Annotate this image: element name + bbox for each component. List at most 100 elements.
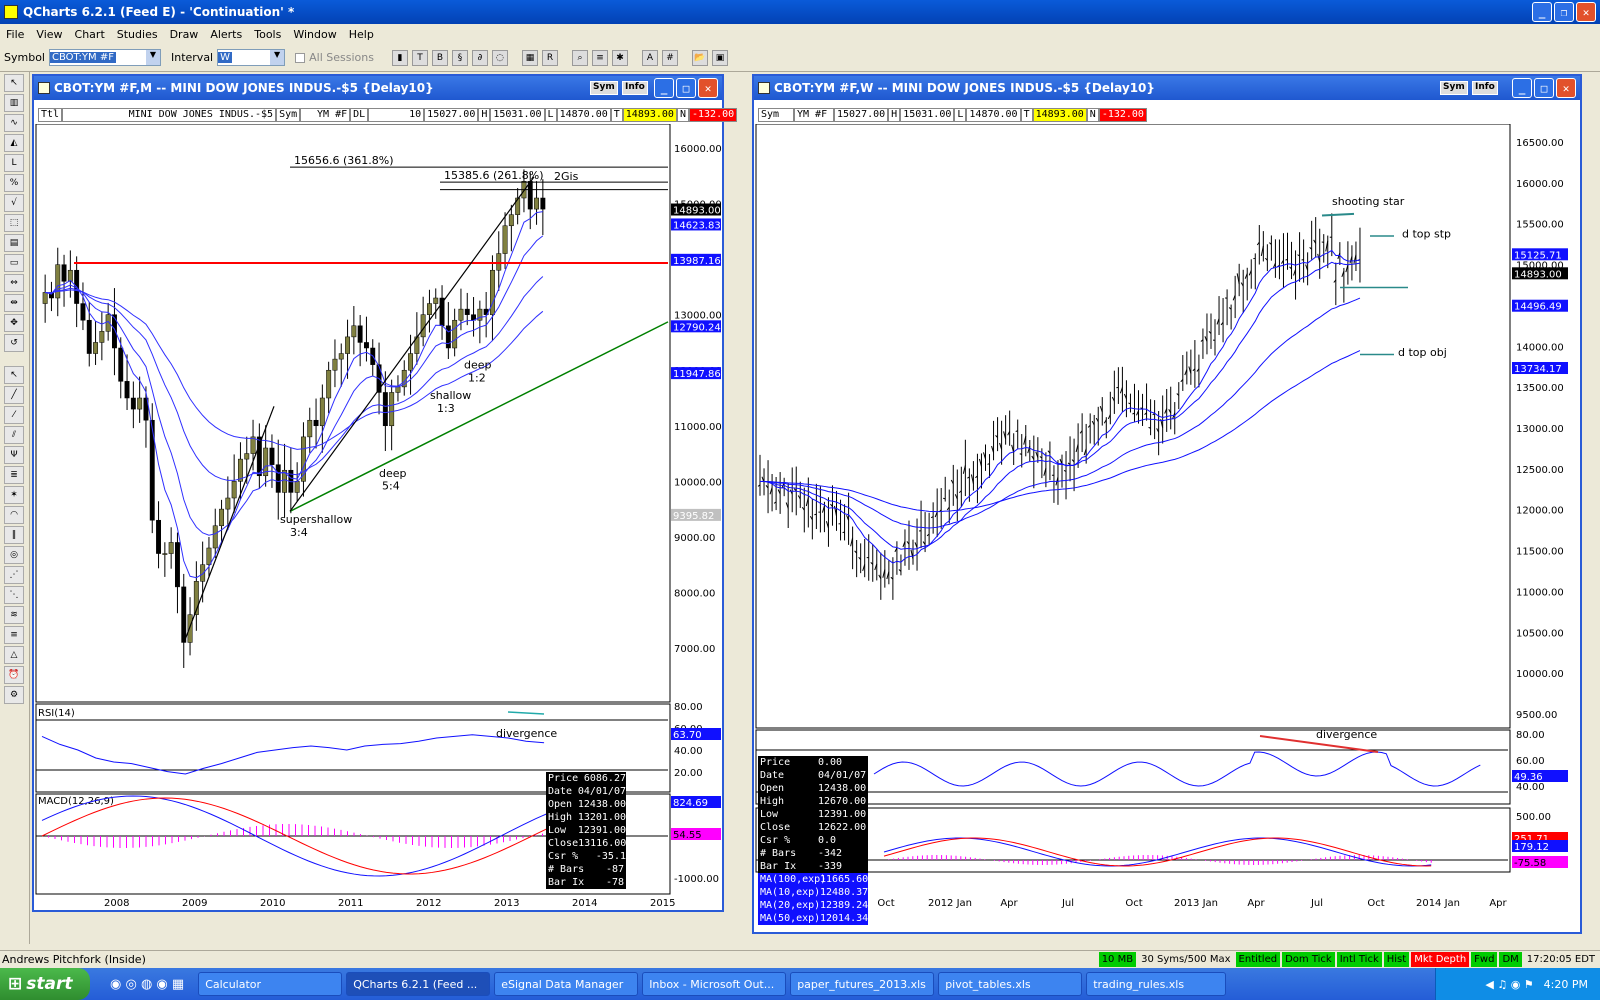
task-qcharts[interactable]: QCharts 6.2.1 (Feed ...	[346, 972, 491, 996]
candle-body	[489, 269, 495, 315]
text-icon[interactable]: A	[641, 49, 658, 66]
line-icon[interactable]: ∿	[4, 114, 24, 132]
task-trading-rules[interactable]: trading_rules.xls	[1086, 972, 1227, 996]
monthly-chart-window[interactable]: CBOT:YM #F,M -- MINI DOW JONES INDUS.-$5…	[32, 74, 738, 912]
menu-file[interactable]: File	[0, 28, 30, 41]
arc-icon[interactable]: ◠	[4, 506, 24, 524]
bars-icon[interactable]: ▮	[391, 49, 408, 66]
pointer-icon[interactable]: ↖	[4, 366, 24, 384]
reset-icon[interactable]: ↺	[4, 334, 24, 352]
scale-icon[interactable]: √	[4, 194, 24, 212]
window-icon[interactable]: ▭	[4, 254, 24, 272]
data-value: 11665.60	[820, 874, 869, 885]
quote-cell: -132.00	[688, 108, 738, 122]
menu-studies[interactable]: Studies	[111, 28, 164, 41]
x-tick-label: Jul	[1310, 898, 1323, 909]
page-icon[interactable]: ▤	[4, 234, 24, 252]
minimize-button[interactable]: _	[1512, 78, 1532, 98]
menu-alerts[interactable]: Alerts	[204, 28, 248, 41]
menu-help[interactable]: Help	[343, 28, 380, 41]
move-icon[interactable]: ✥	[4, 314, 24, 332]
bars-icon[interactable]: ▥	[4, 94, 24, 112]
fan-icon[interactable]: ⋱	[4, 586, 24, 604]
bar-chart-icon[interactable]: B	[431, 49, 448, 66]
task-calculator[interactable]: Calculator	[198, 972, 343, 996]
task-pivot-tables[interactable]: pivot_tables.xls	[938, 972, 1083, 996]
contract-icon[interactable]: ⇹	[4, 294, 24, 312]
pitchfork-icon[interactable]: Ψ	[4, 446, 24, 464]
sym-button[interactable]: Sym	[590, 81, 618, 95]
maximize-button[interactable]: □	[676, 78, 696, 98]
cycle-lines-icon[interactable]: ‖	[4, 526, 24, 544]
rsi-annotation: divergence	[496, 727, 557, 740]
all-sessions-checkbox[interactable]	[295, 52, 306, 63]
close-button[interactable]: ✕	[1556, 78, 1576, 98]
regression-icon[interactable]: ≋	[4, 606, 24, 624]
log-icon[interactable]: L	[4, 154, 24, 172]
minimize-button[interactable]: _	[654, 78, 674, 98]
info-button[interactable]: Info	[1472, 81, 1498, 95]
y-tick-label: 11000.00	[674, 422, 722, 433]
cursor-icon[interactable]: ↖	[4, 74, 24, 92]
list-icon[interactable]: ≡	[591, 49, 608, 66]
maximize-button[interactable]: □	[1534, 78, 1554, 98]
minimize-button[interactable]: _	[1532, 2, 1552, 22]
cycle-icon[interactable]: ∂	[471, 49, 488, 66]
weekly-price-chart[interactable]: 16500.0016000.0015500.0015000.0014500.00…	[754, 124, 1580, 932]
tick-chart-icon[interactable]: T	[411, 49, 428, 66]
candle-body	[464, 308, 470, 315]
sym-button[interactable]: Sym	[1440, 81, 1468, 95]
menu-view[interactable]: View	[30, 28, 68, 41]
speed-lines-icon[interactable]: ⋰	[4, 566, 24, 584]
select-icon[interactable]: ⬚	[4, 214, 24, 232]
task-paper-futures[interactable]: paper_futures_2013.xls	[790, 972, 935, 996]
menu-window[interactable]: Window	[287, 28, 342, 41]
save-icon[interactable]: ▣	[711, 49, 728, 66]
candle-body	[168, 542, 174, 554]
menu-tools[interactable]: Tools	[248, 28, 287, 41]
area-icon[interactable]: ◭	[4, 134, 24, 152]
expand-icon[interactable]: ⇔	[4, 274, 24, 292]
tray-icons[interactable]: ◀ ♫ ◉ ⚑	[1485, 978, 1533, 991]
percent-icon[interactable]: %	[4, 174, 24, 192]
task-outlook[interactable]: Inbox - Microsoft Out...	[642, 972, 787, 996]
weekly-chart-window[interactable]: CBOT:YM #F,W -- MINI DOW JONES INDUS.-$5…	[752, 74, 1582, 934]
chart-annotation: 2Gis	[554, 170, 579, 183]
settings-icon[interactable]: ⚙	[4, 686, 24, 704]
rsi-tick-label: 80.00	[1516, 730, 1545, 741]
start-button[interactable]: ⊞ start	[0, 968, 90, 1000]
chart-color-icon[interactable]: ▦	[521, 49, 538, 66]
quote-cell: L	[544, 108, 557, 122]
ray-icon[interactable]: ⁄	[4, 406, 24, 424]
close-button[interactable]: ✕	[698, 78, 718, 98]
lamp-icon[interactable]: ◌	[491, 49, 508, 66]
close-button[interactable]: ✕	[1576, 2, 1596, 22]
fib-icon[interactable]: ≣	[4, 466, 24, 484]
grid-icon[interactable]: #	[661, 49, 678, 66]
info-button[interactable]: Info	[622, 81, 648, 95]
candle-body	[351, 325, 357, 338]
gann-icon[interactable]: ✶	[4, 486, 24, 504]
spiral-icon[interactable]: §	[451, 49, 468, 66]
circle-icon[interactable]: ◎	[4, 546, 24, 564]
bug-icon[interactable]: ✱	[611, 49, 628, 66]
search-icon[interactable]: ⌕	[571, 49, 588, 66]
x-tick-label: Oct	[1367, 898, 1384, 909]
triangle-icon[interactable]: △	[4, 646, 24, 664]
refresh-icon[interactable]: R	[541, 49, 558, 66]
quick-launch-icons[interactable]: ◉ ◎ ◍ ◉ ▦	[110, 977, 184, 992]
restore-button[interactable]: ❐	[1554, 2, 1574, 22]
interval-select[interactable]: W ▼	[217, 49, 286, 66]
channel-icon[interactable]: ⫽	[4, 426, 24, 444]
retrace-icon[interactable]: ≡	[4, 626, 24, 644]
menu-chart[interactable]: Chart	[69, 28, 111, 41]
open-folder-icon[interactable]: 📂	[691, 49, 708, 66]
x-tick-label: Apr	[1489, 898, 1507, 909]
chevron-down-icon[interactable]: ▼	[145, 50, 160, 65]
menu-draw[interactable]: Draw	[164, 28, 205, 41]
trendline-icon[interactable]: ╱	[4, 386, 24, 404]
symbol-select[interactable]: CBOT:YM #F ▼	[48, 49, 161, 66]
alert-icon[interactable]: ⏰	[4, 666, 24, 684]
chevron-down-icon[interactable]: ▼	[270, 50, 285, 65]
task-esignal[interactable]: eSignal Data Manager	[494, 972, 639, 996]
